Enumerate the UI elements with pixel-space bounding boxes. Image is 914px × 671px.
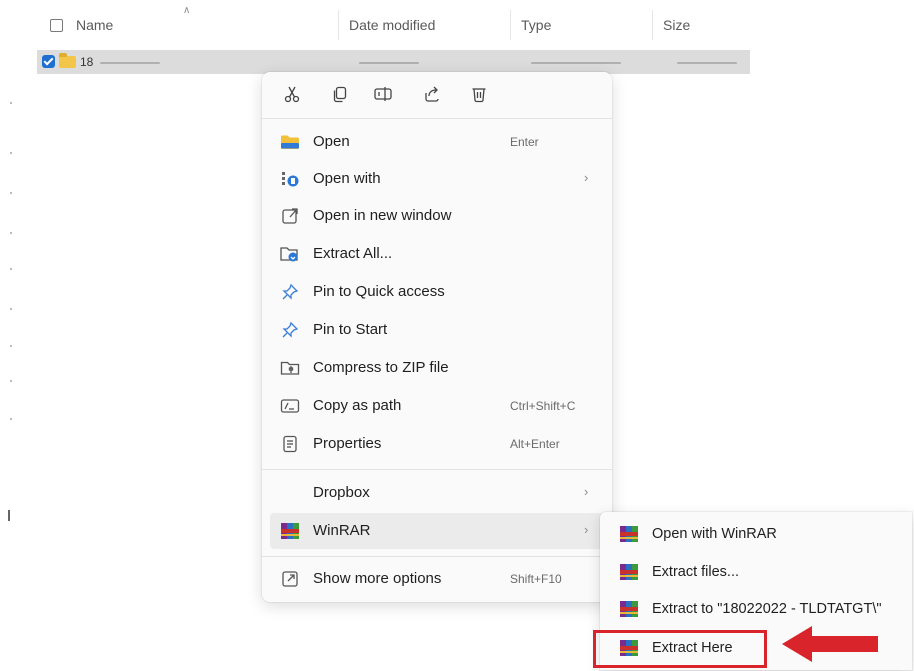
- share-icon[interactable]: [421, 83, 443, 105]
- menu-item-label: Open: [313, 133, 350, 150]
- blurred-size-text: [677, 62, 737, 64]
- context-menu: Open Enter Open with › Open in new windo…: [262, 72, 612, 602]
- menu-item-label: Open with: [313, 170, 381, 187]
- column-divider[interactable]: [652, 10, 653, 40]
- file-name: 18: [80, 55, 94, 69]
- zip-icon: [280, 359, 300, 377]
- menu-item-extract-all[interactable]: Extract All...: [270, 236, 604, 272]
- sidebar-mark: [8, 510, 10, 521]
- annotation-arrow-icon: [780, 622, 880, 671]
- menu-item-open-with[interactable]: Open with ›: [270, 161, 604, 197]
- folder-open-icon: [280, 133, 300, 151]
- menu-item-accelerator: Alt+Enter: [510, 437, 560, 451]
- chevron-right-icon: ›: [584, 484, 589, 499]
- menu-item-label: Extract All...: [313, 245, 393, 262]
- nav-tick: [10, 380, 12, 382]
- column-name[interactable]: Name: [76, 17, 113, 33]
- delete-icon[interactable]: [468, 83, 490, 105]
- menu-item-properties[interactable]: Properties Alt+Enter: [270, 426, 604, 462]
- chevron-right-icon: ›: [584, 170, 589, 185]
- menu-item-label: Properties: [313, 435, 382, 452]
- nav-tick: [10, 102, 12, 104]
- blurred-type-text: [531, 62, 621, 64]
- menu-item-label: Copy as path: [313, 397, 402, 414]
- quick-actions-bar: [262, 72, 612, 118]
- cut-icon[interactable]: [281, 83, 303, 105]
- pin-icon: [280, 321, 300, 339]
- menu-divider: [262, 556, 612, 557]
- sort-ascending-icon: ∧: [183, 5, 191, 16]
- extract-all-icon: [280, 245, 300, 263]
- pin-icon: [280, 283, 300, 301]
- menu-item-accelerator: Shift+F10: [510, 572, 562, 586]
- column-date-modified[interactable]: Date modified: [349, 17, 435, 33]
- selected-file-row[interactable]: 18: [37, 50, 750, 74]
- menu-item-label: Pin to Quick access: [313, 283, 445, 300]
- select-all-checkbox[interactable]: [50, 19, 63, 32]
- submenu-item-extract-files[interactable]: Extract files...: [606, 554, 906, 590]
- column-type[interactable]: Type: [521, 17, 551, 33]
- menu-item-pin-to-quick-access[interactable]: Pin to Quick access: [270, 274, 604, 310]
- submenu-item-label: Extract files...: [652, 564, 740, 580]
- column-divider[interactable]: [510, 10, 511, 40]
- menu-item-accelerator: Ctrl+Shift+C: [510, 399, 576, 413]
- row-checkbox[interactable]: [42, 55, 55, 68]
- blurred-name-text: [100, 62, 160, 64]
- copy-path-icon: [280, 397, 300, 415]
- nav-tick: [10, 418, 12, 420]
- menu-item-label: Dropbox: [313, 484, 370, 501]
- submenu-item-label: Extract to "18022022 - TLDTATGT\": [652, 601, 882, 617]
- menu-item-accelerator: Enter: [510, 135, 539, 149]
- menu-item-label: Compress to ZIP file: [313, 359, 449, 376]
- menu-item-open[interactable]: Open Enter: [270, 124, 604, 160]
- menu-item-pin-to-start[interactable]: Pin to Start: [270, 312, 604, 348]
- copy-icon[interactable]: [329, 83, 351, 105]
- menu-item-compress-to-zip[interactable]: Compress to ZIP file: [270, 350, 604, 386]
- menu-item-label: WinRAR: [313, 522, 371, 539]
- file-list-header: Name ∧ Date modified Type Size: [0, 0, 752, 46]
- rename-icon[interactable]: [372, 83, 394, 105]
- nav-tick: [10, 308, 12, 310]
- menu-divider: [262, 118, 612, 119]
- nav-tick: [10, 192, 12, 194]
- nav-tick: [10, 232, 12, 234]
- menu-item-winrar[interactable]: WinRAR ›: [270, 513, 604, 549]
- open-with-icon: [280, 170, 300, 188]
- menu-item-dropbox[interactable]: Dropbox ›: [270, 475, 604, 511]
- more-options-icon: [280, 570, 300, 588]
- menu-divider: [262, 469, 612, 470]
- menu-item-show-more-options[interactable]: Show more options Shift+F10: [270, 561, 604, 597]
- annotation-highlight-box: [593, 630, 767, 668]
- menu-item-copy-as-path[interactable]: Copy as path Ctrl+Shift+C: [270, 388, 604, 424]
- winrar-icon: [280, 522, 300, 540]
- column-size[interactable]: Size: [663, 17, 690, 33]
- new-window-icon: [280, 207, 300, 225]
- blurred-date-text: [359, 62, 419, 64]
- nav-tick: [10, 152, 12, 154]
- menu-item-label: Open in new window: [313, 207, 452, 224]
- menu-item-label: Show more options: [313, 570, 442, 587]
- menu-item-label: Pin to Start: [313, 321, 388, 338]
- column-divider[interactable]: [338, 10, 339, 40]
- submenu-item-open-with-winrar[interactable]: Open with WinRAR: [606, 516, 906, 552]
- submenu-item-label: Open with WinRAR: [652, 526, 777, 542]
- menu-item-open-in-new-window[interactable]: Open in new window: [270, 198, 604, 234]
- chevron-right-icon: ›: [584, 522, 589, 537]
- properties-icon: [280, 435, 300, 453]
- nav-tick: [10, 268, 12, 270]
- zip-folder-icon: [59, 53, 76, 68]
- nav-tick: [10, 345, 12, 347]
